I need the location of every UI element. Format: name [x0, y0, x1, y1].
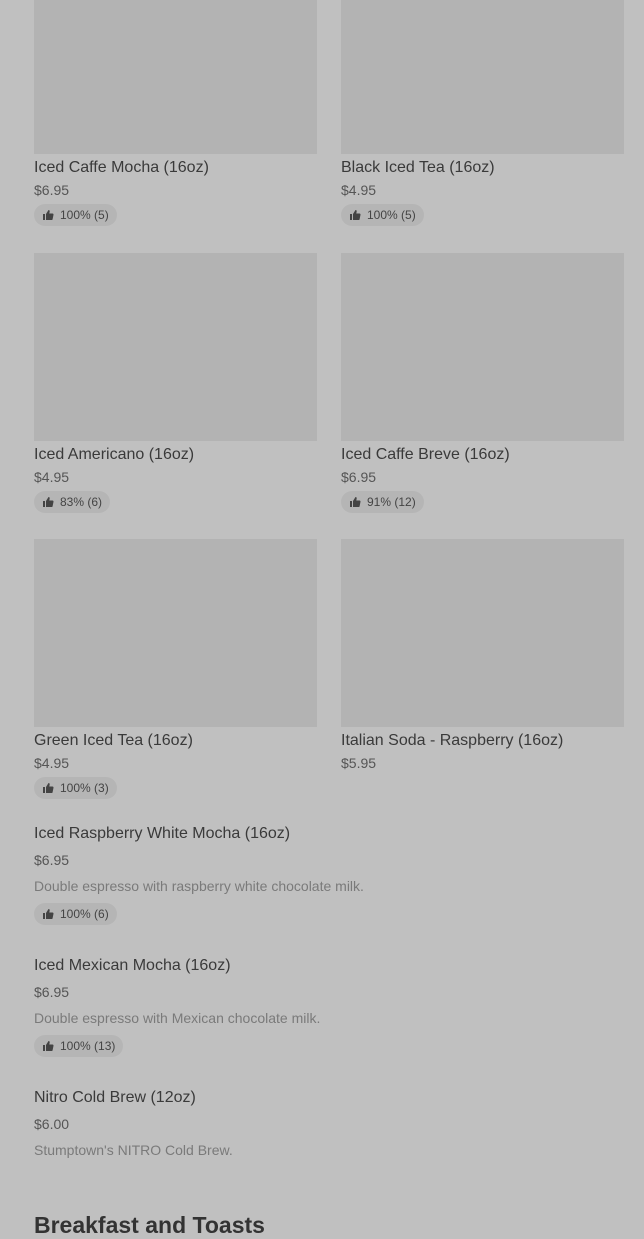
item-name: Black Iced Tea (16oz): [341, 159, 495, 176]
item-price: $6.95: [34, 182, 70, 198]
item-price: $6.95: [34, 852, 70, 868]
item-price: $6.95: [34, 984, 70, 1000]
item-price: $4.95: [34, 469, 70, 485]
menu-list-item[interactable]: Nitro Cold Brew (12oz) $6.00 Stumptown's…: [34, 1088, 624, 1159]
rating-text: 91% (12): [367, 495, 416, 509]
item-description: Double espresso with raspberry white cho…: [34, 878, 364, 894]
item-image: [341, 539, 624, 727]
item-name: Iced Americano (16oz): [34, 446, 195, 463]
thumbs-up-icon: [43, 210, 54, 220]
menu-item-card[interactable]: Iced Americano (16oz) $4.95 83% (6): [34, 253, 317, 513]
item-name: Iced Caffe Breve (16oz): [341, 446, 510, 463]
rating-text: 100% (5): [60, 208, 109, 222]
rating-badge: 100% (6): [34, 903, 117, 925]
thumbs-up-icon: [350, 210, 361, 220]
item-name: Iced Mexican Mocha (16oz): [34, 957, 231, 974]
rating-text: 100% (5): [367, 208, 416, 222]
menu-item-card[interactable]: Black Iced Tea (16oz) $4.95 100% (5): [341, 0, 624, 226]
item-name: Nitro Cold Brew (12oz): [34, 1089, 196, 1106]
thumbs-up-icon: [43, 909, 54, 919]
item-price: $4.95: [34, 755, 70, 771]
item-description: Stumptown's NITRO Cold Brew.: [34, 1142, 233, 1158]
rating-text: 83% (6): [60, 495, 103, 509]
rating-badge: 91% (12): [341, 491, 424, 513]
rating-badge: 100% (5): [341, 204, 424, 226]
rating-badge: 100% (5): [34, 204, 117, 226]
rating-text: 100% (6): [60, 907, 109, 921]
item-name: Iced Caffe Mocha (16oz): [34, 159, 209, 176]
item-name: Iced Raspberry White Mocha (16oz): [34, 825, 291, 842]
rating-badge: 100% (3): [34, 777, 117, 799]
item-image: [341, 0, 624, 154]
item-price: $5.95: [341, 755, 377, 771]
item-image: [341, 253, 624, 441]
rating-text: 100% (13): [60, 1039, 116, 1053]
item-price: $4.95: [341, 182, 377, 198]
item-image: [34, 0, 317, 154]
thumbs-up-icon: [350, 497, 361, 507]
menu-list-item[interactable]: Iced Raspberry White Mocha (16oz) $6.95 …: [34, 824, 624, 925]
rating-badge: 83% (6): [34, 491, 111, 513]
menu-list-item[interactable]: Iced Mexican Mocha (16oz) $6.95 Double e…: [34, 956, 624, 1057]
menu-item-card[interactable]: Iced Caffe Breve (16oz) $6.95 91% (12): [341, 253, 624, 513]
item-name: Italian Soda - Raspberry (16oz): [341, 732, 564, 749]
menu-item-card[interactable]: Iced Caffe Mocha (16oz) $6.95 100% (5): [34, 0, 317, 226]
item-price: $6.95: [341, 469, 377, 485]
rating-badge: 100% (13): [34, 1035, 124, 1057]
rating-text: 100% (3): [60, 781, 109, 795]
item-image: [34, 539, 317, 727]
menu-item-card[interactable]: Green Iced Tea (16oz) $4.95 100% (3): [34, 539, 317, 799]
menu-item-card[interactable]: Italian Soda - Raspberry (16oz) $5.95: [341, 539, 624, 772]
item-name: Green Iced Tea (16oz): [34, 732, 193, 749]
thumbs-up-icon: [43, 783, 54, 793]
item-description: Double espresso with Mexican chocolate m…: [34, 1010, 321, 1026]
thumbs-up-icon: [43, 497, 54, 507]
thumbs-up-icon: [43, 1041, 54, 1051]
item-image: [34, 253, 317, 441]
item-price: $6.00: [34, 1116, 70, 1132]
